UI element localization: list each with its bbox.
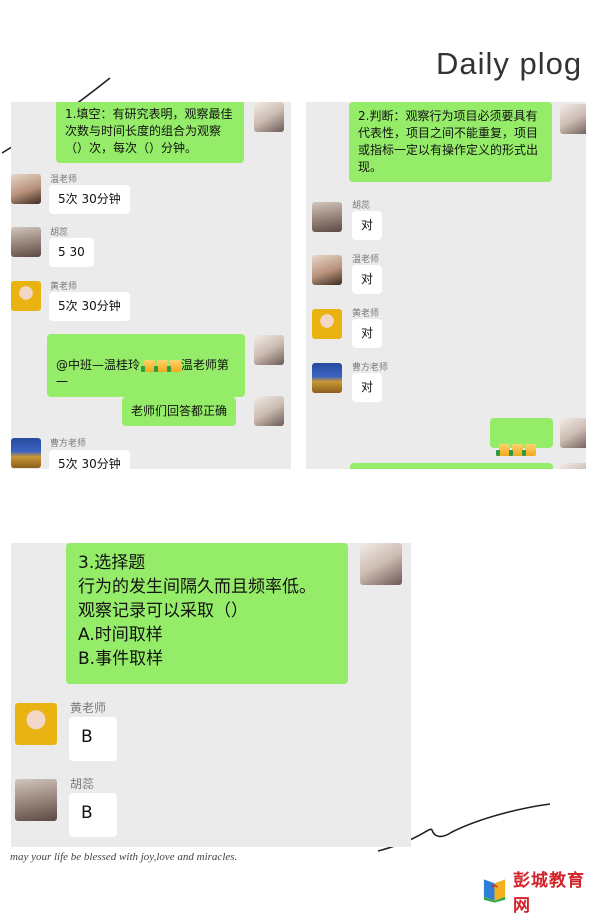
avatar-self[interactable] (254, 102, 284, 132)
message-bubble: 对 (352, 319, 383, 348)
avatar-self[interactable] (254, 396, 284, 426)
avatar-self[interactable] (560, 418, 586, 448)
message-bubble: 5次 30分钟 (49, 450, 130, 469)
avatar-self[interactable] (560, 104, 586, 134)
message-bubble: B (69, 793, 117, 837)
avatar-wen[interactable] (312, 255, 342, 285)
avatar-self[interactable] (254, 335, 284, 365)
message-bubble: 5 30 (49, 238, 94, 267)
message-bubble: 对 (352, 373, 383, 402)
mention-text: @中班—温桂玲 (56, 358, 144, 372)
question-1-bubble: 1.填空：有研究表明，观察最佳次数与时间长度的组合为观察（）次，每次（）分钟。 (56, 102, 244, 163)
sender-name: 黄老师 (70, 701, 107, 715)
avatar-hu[interactable] (11, 227, 41, 257)
sender-name: 温老师 (50, 175, 78, 185)
page-title: Daily plog (436, 46, 583, 81)
partial-bubble (350, 463, 553, 469)
message-bubble: 对 (352, 265, 383, 294)
sender-name: 温老师 (352, 255, 380, 265)
chat-screenshot-3: 3.选择题 行为的发生间隔久而且频率低。 观察记录可以采取（） A.时间取样 B… (11, 543, 411, 847)
message-bubble: 5次 30分钟 (49, 292, 130, 321)
sender-name: 胡蕊 (352, 201, 371, 211)
message-bubble: 老师们回答都正确 (122, 397, 237, 426)
chat-screenshot-1: 1.填空：有研究表明，观察最佳次数与时间长度的组合为观察（）次，每次（）分钟。 … (11, 102, 291, 469)
question-2-bubble: 2.判断：观察行为项目必须要具有代表性，项目之间不能重复，项目或指标一定以有操作… (349, 102, 552, 182)
avatar-hu[interactable] (312, 202, 342, 232)
avatar-self[interactable] (560, 463, 586, 469)
thumbs-up-stickers (140, 359, 181, 372)
chat-screenshot-2: 2.判断：观察行为项目必须要具有代表性，项目之间不能重复，项目或指标一定以有操作… (306, 102, 586, 469)
thumbs-up-stickers (496, 443, 536, 456)
question-3-bubble: 3.选择题 行为的发生间隔久而且频率低。 观察记录可以采取（） A.时间取样 B… (66, 543, 348, 684)
avatar-self[interactable] (360, 543, 402, 585)
book-icon (483, 879, 506, 903)
avatar-huang[interactable] (15, 703, 57, 745)
logo-text: 彭城教育网 (513, 871, 586, 916)
avatar-huang[interactable] (11, 281, 41, 311)
avatar-cao[interactable] (312, 363, 342, 393)
sender-name: 胡蕊 (70, 777, 95, 791)
sender-name: 黄老师 (352, 309, 380, 319)
avatar-huang[interactable] (312, 309, 342, 339)
message-bubble: 对 (352, 211, 383, 240)
avatar-wen[interactable] (11, 174, 41, 204)
sender-name: 曹方老师 (352, 363, 389, 373)
sender-name: 曹方老师 (50, 439, 87, 449)
footer-tagline: may your life be blessed with joy,love a… (10, 851, 238, 863)
sticker-bubble (490, 418, 553, 456)
site-logo[interactable]: 彭城教育网 (481, 866, 600, 916)
message-bubble: B (69, 717, 117, 761)
message-bubble: 5次 30分钟 (49, 185, 130, 214)
mention-bubble: @中班—温桂玲 温老师第一 (47, 334, 245, 397)
avatar-cao[interactable] (11, 438, 41, 468)
sender-name: 胡蕊 (50, 228, 69, 238)
sender-name: 黄老师 (50, 282, 78, 292)
avatar-hu[interactable] (15, 779, 57, 821)
